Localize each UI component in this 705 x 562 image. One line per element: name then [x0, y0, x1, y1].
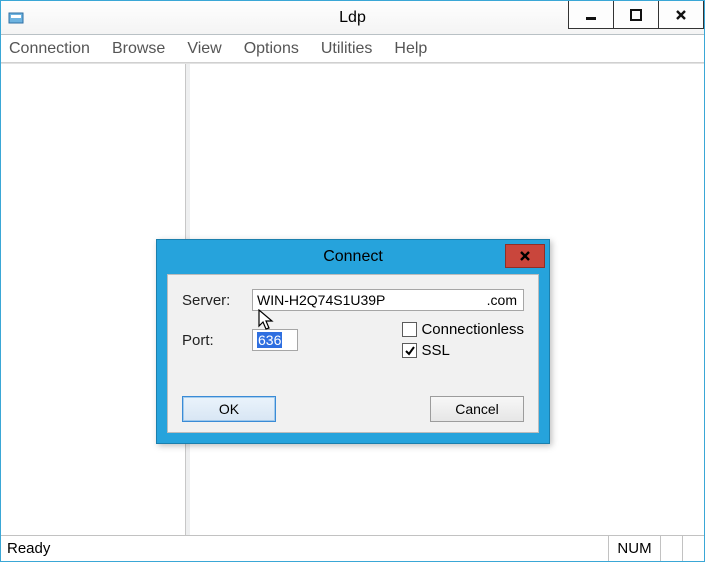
connectionless-checkbox[interactable]: Connectionless	[402, 321, 524, 338]
status-num: NUM	[608, 536, 660, 561]
cancel-button[interactable]: Cancel	[430, 396, 524, 422]
dialog-body: Server: .com Port: 636 Connectionless	[167, 274, 539, 433]
main-window: Ldp Connection Browse View Options Utili…	[0, 0, 705, 562]
menu-help[interactable]: Help	[394, 40, 427, 58]
connectionless-label: Connectionless	[421, 321, 524, 338]
menu-view[interactable]: View	[187, 40, 221, 58]
menu-options[interactable]: Options	[244, 40, 299, 58]
dialog-button-row: OK Cancel	[182, 396, 524, 422]
client-area: Connect Server: .com Port: 636	[1, 63, 704, 535]
close-button[interactable]	[658, 1, 704, 29]
ssl-checkbox[interactable]: SSL	[402, 342, 524, 359]
dialog-caption-bar: Connect	[157, 240, 549, 274]
minimize-button[interactable]	[568, 1, 614, 29]
port-label: Port:	[182, 332, 252, 349]
port-row: Port: 636 Connectionless SSL	[182, 321, 524, 359]
app-icon	[7, 9, 25, 27]
title-bar: Ldp	[1, 1, 704, 35]
menu-bar: Connection Browse View Options Utilities…	[1, 35, 704, 63]
server-label: Server:	[182, 292, 252, 309]
dialog-close-button[interactable]	[505, 244, 545, 268]
server-suffix: .com	[485, 289, 524, 311]
menu-utilities[interactable]: Utilities	[321, 40, 373, 58]
menu-browse[interactable]: Browse	[112, 40, 165, 58]
checkbox-group: Connectionless SSL	[402, 321, 524, 359]
server-row: Server: .com	[182, 289, 524, 311]
checkbox-icon	[402, 322, 417, 337]
status-bar: Ready NUM	[1, 535, 704, 561]
status-spacer	[682, 536, 704, 561]
window-controls	[569, 1, 704, 35]
port-value: 636	[257, 332, 282, 348]
port-input[interactable]: 636	[252, 329, 298, 351]
maximize-button[interactable]	[613, 1, 659, 29]
status-ready: Ready	[1, 540, 608, 557]
dialog-title: Connect	[323, 248, 383, 266]
checkbox-icon	[402, 343, 417, 358]
server-input[interactable]	[252, 289, 486, 311]
ok-button[interactable]: OK	[182, 396, 276, 422]
ssl-label: SSL	[421, 342, 449, 359]
menu-connection[interactable]: Connection	[9, 40, 90, 58]
status-spacer	[660, 536, 682, 561]
connect-dialog: Connect Server: .com Port: 636	[156, 239, 550, 444]
